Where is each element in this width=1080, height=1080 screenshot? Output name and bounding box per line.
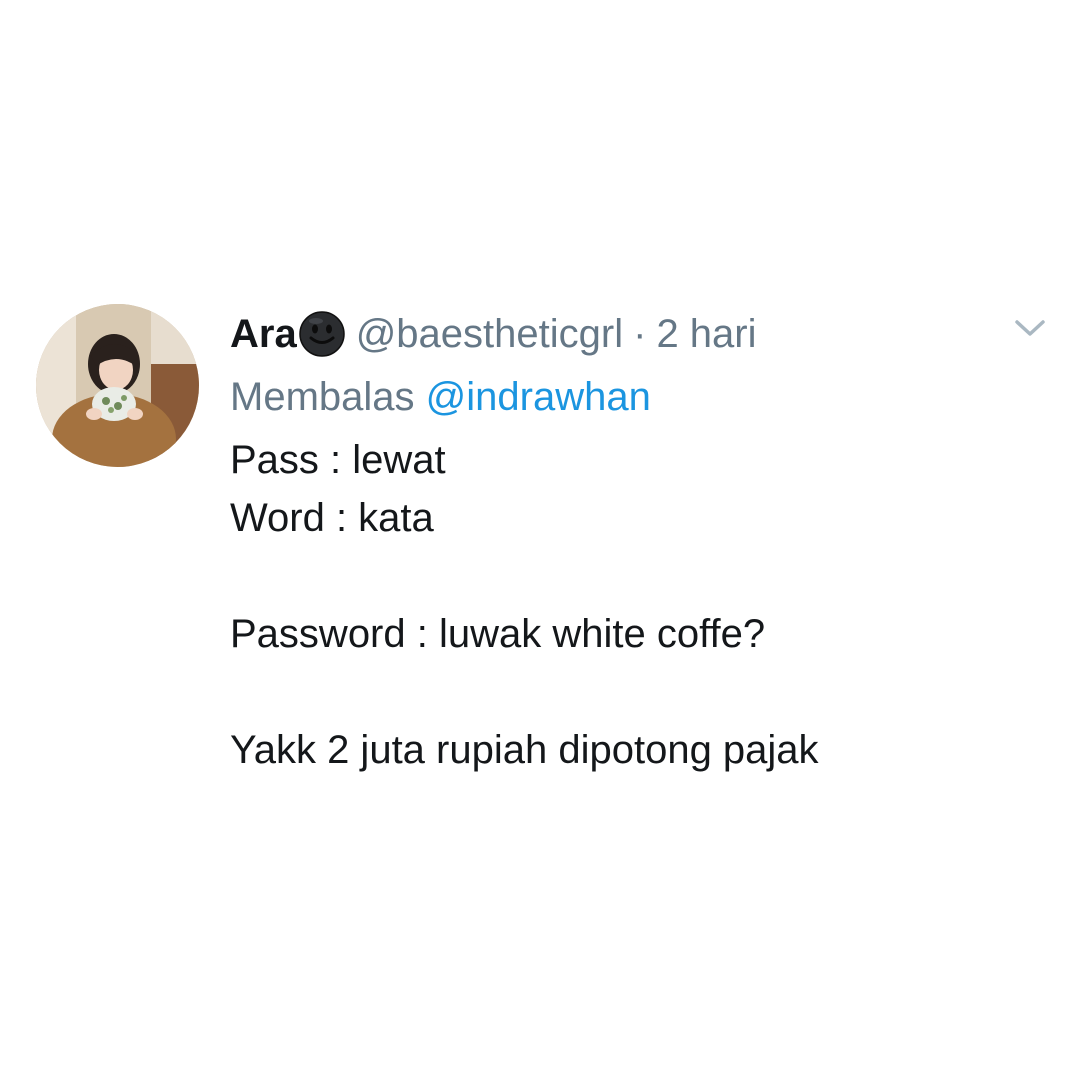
tweet-text-line: Yakk 2 juta rupiah dipotong pajak <box>230 728 819 772</box>
tweet-header: Ara @baestheticgrl · 2 hari <box>230 306 757 362</box>
smiling-face-dark-emoji-icon <box>298 310 346 358</box>
separator-dot: · <box>633 312 647 356</box>
user-handle[interactable]: @baestheticgrl <box>356 306 623 362</box>
chevron-down-icon[interactable] <box>1013 316 1047 340</box>
timestamp[interactable]: 2 hari <box>656 306 756 362</box>
tweet-text-line <box>230 663 1030 721</box>
profile-photo-icon <box>36 304 199 467</box>
display-name[interactable]: Ara <box>230 306 297 362</box>
avatar[interactable] <box>36 304 199 467</box>
tweet: Ara @baestheticgrl · 2 hari Membalas @in… <box>0 0 1080 1080</box>
tweet-text: Pass : lewat Word : kata Password : luwa… <box>230 431 1030 779</box>
reply-prefix: Membalas <box>230 375 415 419</box>
tweet-text-line: Pass : lewat <box>230 438 446 482</box>
tweet-text-line: Password : luwak white coffe? <box>230 612 766 656</box>
reply-context: Membalas @indrawhan <box>230 369 651 425</box>
tweet-text-line: Word : kata <box>230 496 434 540</box>
tweet-text-line <box>230 547 1030 605</box>
reply-mention-link[interactable]: @indrawhan <box>426 375 651 419</box>
